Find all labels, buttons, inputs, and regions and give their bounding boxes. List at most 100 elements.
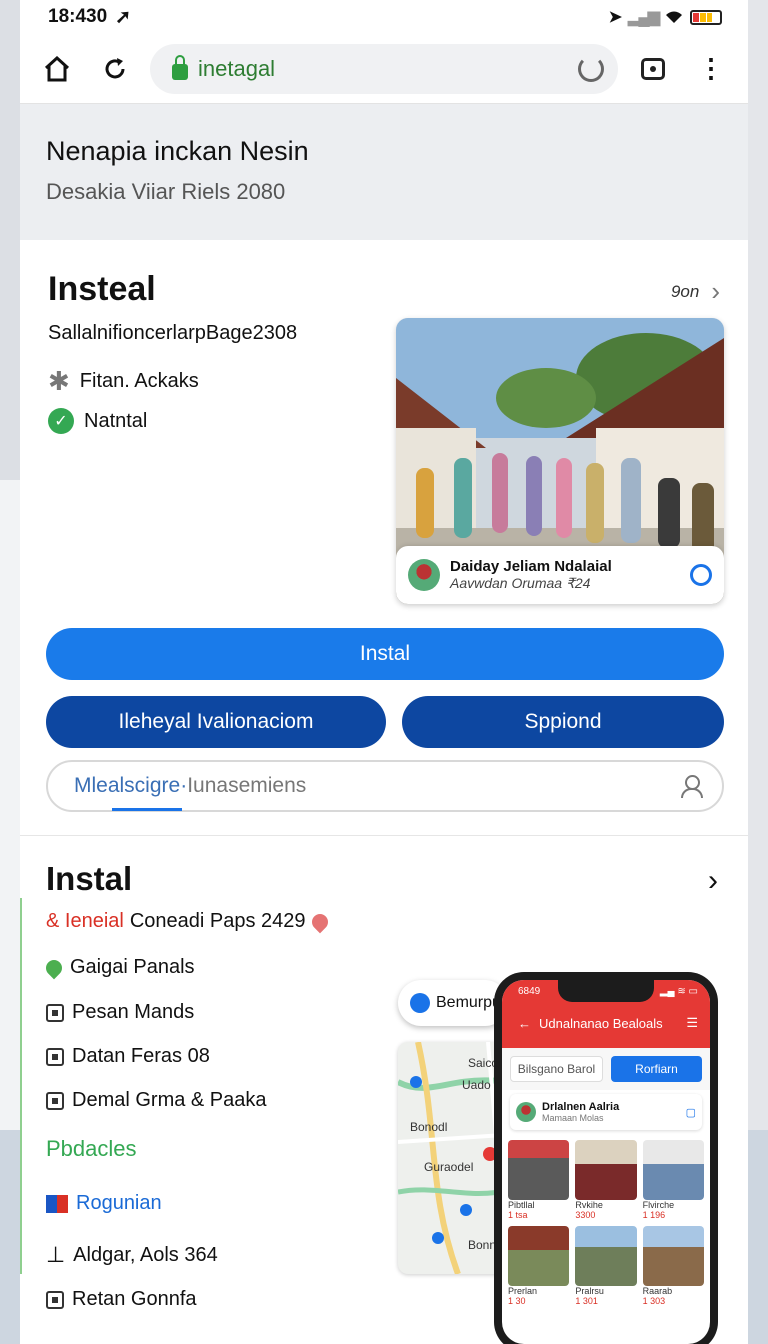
- chevron-right-icon[interactable]: ›: [708, 864, 718, 898]
- reload-icon[interactable]: [92, 46, 138, 92]
- signal-icon: ▂▄▆: [628, 9, 660, 26]
- map-pin-icon: [308, 910, 331, 933]
- thumb-name: Flvirche: [642, 1200, 675, 1210]
- banner-subtitle: Desakia Viiar Riels 2080: [46, 179, 286, 204]
- thumb-card[interactable]: Flvirche 1 196: [642, 1140, 704, 1220]
- home-icon[interactable]: [34, 46, 80, 92]
- square-icon: [46, 1003, 64, 1022]
- thumb-image: [642, 1140, 704, 1200]
- feature-label: Natntal: [84, 409, 148, 432]
- caption-subtitle: Aavwdan Orumaa ₹24: [450, 575, 591, 591]
- tab-2[interactable]: Rorfiarn: [611, 1056, 702, 1082]
- phone-screen: 18:430 ➚ ➤ ▂▄▆ inetagal ⋮ Nenapia inckan…: [20, 0, 748, 1344]
- thumb-price: 1 303: [642, 1296, 666, 1306]
- thumb-card[interactable]: Prerlan 1 30: [508, 1226, 570, 1306]
- app-title: Udnalnanao Bealoals: [539, 1015, 663, 1031]
- feature-label: Fitan. Ackaks: [79, 370, 199, 392]
- tabs-icon[interactable]: [630, 46, 676, 92]
- phone-mockup: 6849 ▂▄ ≋ ▭ ← Udnalnanao Bealoals ☰ Bils…: [494, 972, 718, 1344]
- person-icon[interactable]: [680, 775, 703, 798]
- square-icon: [46, 1091, 64, 1110]
- thumb-name: Prerlan: [508, 1286, 538, 1296]
- page-banner: Nenapia inckan Nesin Desakia Viiar Riels…: [20, 104, 748, 240]
- floating-pill[interactable]: Bemurpu: [398, 980, 508, 1026]
- square-icon: [46, 1047, 64, 1066]
- row-title: Drlalnen Aalria: [542, 1101, 620, 1113]
- thumb-card[interactable]: Rvkihe 3300: [575, 1140, 637, 1220]
- banner-title: Nenapia inckan Nesin: [46, 136, 309, 166]
- feature-item: ✓ Natntal: [48, 408, 147, 434]
- item-label: Rogunian: [76, 1192, 162, 1214]
- check-circle-icon: ✓: [48, 408, 74, 434]
- map-label: Guraodel: [424, 1160, 474, 1174]
- list-item[interactable]: ⊥ Aldgar, Aols 364: [46, 1242, 218, 1268]
- app-clock: 6849: [518, 986, 541, 997]
- item-label: Gaigai Panals: [70, 956, 195, 978]
- battery-icon: [690, 9, 722, 25]
- feature-item: ✱ Fitan. Ackaks: [48, 366, 199, 397]
- install-section-2: Instal › & Ieneial Coneadi Paps 2429 Gai…: [20, 836, 748, 1344]
- map-label: Bonn: [468, 1238, 497, 1252]
- list-item[interactable]: Demal Grma & Paaka: [46, 1089, 267, 1112]
- url-text: inetagal: [198, 55, 276, 81]
- list-item[interactable]: Datan Feras 08: [46, 1045, 210, 1068]
- item-label: Aldgar, Aols 364: [73, 1243, 218, 1266]
- thumb-price: 1 tsa: [508, 1210, 528, 1220]
- list-item[interactable]: Rogunian: [46, 1192, 162, 1215]
- pill-icon: [410, 993, 430, 1013]
- thumb-card[interactable]: Pralrsu 1 301: [575, 1226, 637, 1306]
- avatar: [408, 559, 440, 591]
- map-label: Bonodl: [410, 1120, 448, 1134]
- wifi-icon: [666, 11, 682, 23]
- thumb-grid: Pibtllal 1 tsa Rvkihe 3300 Flvirche 1 19…: [502, 1134, 710, 1312]
- more-link[interactable]: 9on ›: [671, 276, 720, 307]
- list-item[interactable]: Pesan Mands: [46, 1001, 194, 1024]
- caption-title: Daiday Jeliam Ndalaial: [450, 558, 612, 575]
- bookmark-icon[interactable]: ▢: [686, 1106, 696, 1119]
- thumb-name: Raarab: [642, 1286, 673, 1296]
- thumb-name: Pralrsu: [575, 1286, 604, 1296]
- thumb-card[interactable]: Pibtllal 1 tsa: [508, 1140, 570, 1220]
- thumb-image: [508, 1140, 570, 1200]
- thumb-image: [575, 1226, 637, 1286]
- item-label: Demal Grma & Paaka: [72, 1089, 267, 1111]
- section-subtitle: SallalnifioncerlarpBage2308: [48, 322, 298, 344]
- rule-icon: ⊥: [46, 1242, 66, 1267]
- more-label: 9on: [670, 281, 700, 301]
- item-label: Pesan Mands: [72, 1001, 195, 1023]
- install-button[interactable]: Instal: [46, 628, 724, 680]
- back-arrow-icon[interactable]: ←: [518, 1016, 531, 1031]
- right-gutter: [748, 0, 768, 1344]
- tab-1[interactable]: Bilsgano Barol: [510, 1056, 603, 1082]
- browser-toolbar: inetagal ⋮: [20, 34, 748, 104]
- address-bar[interactable]: inetagal: [150, 43, 618, 94]
- lock-icon: [172, 54, 188, 80]
- menu-icon[interactable]: ☰: [686, 1015, 698, 1031]
- location-arrow-icon: ➚: [115, 6, 132, 28]
- green-heading: Pbdacles: [46, 1136, 137, 1161]
- photo-card[interactable]: Daiday Jeliam Ndalaial Aavwdan Orumaa ₹2…: [396, 318, 724, 604]
- thumb-price: 1 30: [508, 1296, 526, 1306]
- photo-caption: Daiday Jeliam Ndalaial Aavwdan Orumaa ₹2…: [396, 546, 724, 604]
- gear-icon[interactable]: [690, 564, 712, 586]
- avatar: [516, 1102, 536, 1122]
- support-button[interactable]: Sppiond: [402, 696, 724, 748]
- list-item[interactable]: Retan Gonnfa: [46, 1288, 197, 1311]
- search-input[interactable]: Mlealscigre· Iunasemiens: [46, 760, 724, 812]
- app-tabs: Bilsgano Barol Rorfiarn: [502, 1048, 710, 1090]
- loading-icon[interactable]: [578, 55, 604, 82]
- notch: [558, 980, 654, 1002]
- pill-label: Bemurpu: [436, 994, 501, 1011]
- list-item[interactable]: Gaigai Panals: [42, 956, 195, 979]
- square-icon: [46, 1290, 64, 1309]
- thumb-image: [508, 1226, 570, 1286]
- section-title: Instal: [46, 860, 133, 897]
- flag-icon: [46, 1194, 68, 1213]
- thumb-price: 3300: [575, 1210, 596, 1220]
- highlight-prefix: & Ieneial: [46, 910, 124, 932]
- more-vert-icon[interactable]: ⋮: [688, 46, 734, 92]
- app-list-row[interactable]: Drlalnen Aalria Mamaan Molas ▢: [510, 1094, 702, 1130]
- thumb-card[interactable]: Raarab 1 303: [642, 1226, 704, 1306]
- row-subtitle: Mamaan Molas: [542, 1113, 604, 1123]
- secondary-button[interactable]: Ileheyal Ivalionaciom: [46, 696, 386, 748]
